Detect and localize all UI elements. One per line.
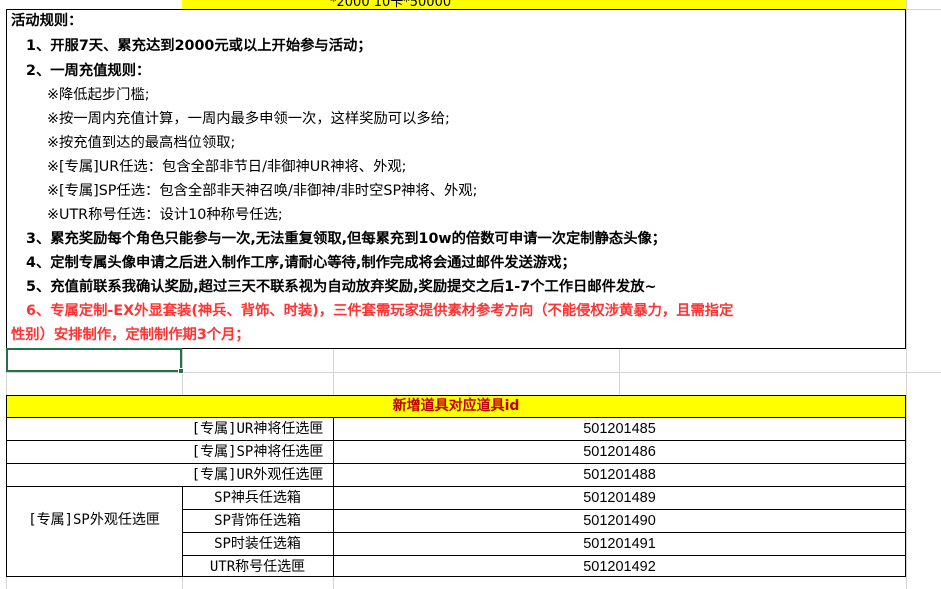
rule-2a: ※降低起步门槛; <box>47 87 150 103</box>
grid-line <box>6 372 941 373</box>
grid-line <box>6 577 7 589</box>
grid-line <box>906 0 907 589</box>
rules-title: 活动规则： <box>11 13 83 29</box>
item-id[interactable]: 501201489 <box>333 487 906 509</box>
item-id[interactable]: 501201490 <box>333 510 906 532</box>
group-label[interactable]: [专属]SP外观任选匣 <box>6 509 182 531</box>
fill-handle[interactable] <box>178 368 184 374</box>
item-id[interactable]: 501201491 <box>333 533 906 555</box>
rule-1: 1、开服7天、累充达到2000元或以上开始参与活动； <box>26 38 372 54</box>
rule-4: 4、定制专属头像申请之后进入制作工序,请耐心等待,制作完成将会通过邮件发送游戏； <box>26 255 576 271</box>
rule-3: 3、累充奖励每个角色只能参与一次,无法重复领取,但每累充到10w的倍数可申请一次… <box>26 231 667 247</box>
grid-line <box>182 577 183 589</box>
item-name[interactable]: SP神兵任选箱 <box>182 487 333 509</box>
table-header[interactable]: 新增道具对应道具id <box>6 395 906 418</box>
rule-2e: ※[专属]SP任选：包含全部非天神召唤/非御神/非时空SP神将、外观; <box>47 183 478 199</box>
rule-6-line1: 6、专属定制-EX外显套装(神兵、背饰、时装)，三件套需玩家提供素材参考方向（不… <box>26 303 734 319</box>
item-name[interactable]: SP时装任选箱 <box>182 533 333 555</box>
rule-2c: ※按充值到达的最高档位领取; <box>47 135 236 151</box>
top-strip-text: *2000 10卡*50000 <box>330 0 452 9</box>
grid-line <box>906 9 941 10</box>
item-name[interactable]: UTR称号任选匣 <box>182 556 333 578</box>
rule-6-line2: 性别）安排制作，定制制作期3个月； <box>11 327 250 343</box>
item-id[interactable]: 501201492 <box>333 556 906 578</box>
item-name[interactable]: [专属]UR神将任选匣 <box>180 418 335 440</box>
grid-line <box>333 577 334 589</box>
rule-2f: ※UTR称号任选：设计10种称号任选; <box>47 207 283 223</box>
item-id[interactable]: 501201485 <box>333 418 906 440</box>
item-name[interactable]: SP背饰任选箱 <box>182 510 333 532</box>
selected-cell[interactable] <box>6 348 182 372</box>
rules-cell[interactable]: 活动规则： 1、开服7天、累充达到2000元或以上开始参与活动； 2、一周充值规… <box>6 9 906 349</box>
rule-2d: ※[专属]UR任选：包含全部非节日/非御神UR神将、外观; <box>47 159 407 175</box>
item-id[interactable]: 501201486 <box>333 441 906 463</box>
rule-2: 2、一周充值规则： <box>26 63 151 79</box>
rule-2b: ※按一周内充值计算，一周内最多申领一次，这样奖励可以多给; <box>47 111 450 127</box>
top-highlight-cell[interactable]: *2000 10卡*50000 <box>182 0 906 9</box>
item-id[interactable]: 501201488 <box>333 464 906 486</box>
item-name[interactable]: [专属]SP神将任选匣 <box>180 441 335 463</box>
rule-5: 5、充值前联系我确认奖励,超过三天不联系视为自动放弃奖励,奖励提交之后1-7个工… <box>26 279 657 295</box>
item-name[interactable]: [专属]UR外观任选匣 <box>180 464 335 486</box>
